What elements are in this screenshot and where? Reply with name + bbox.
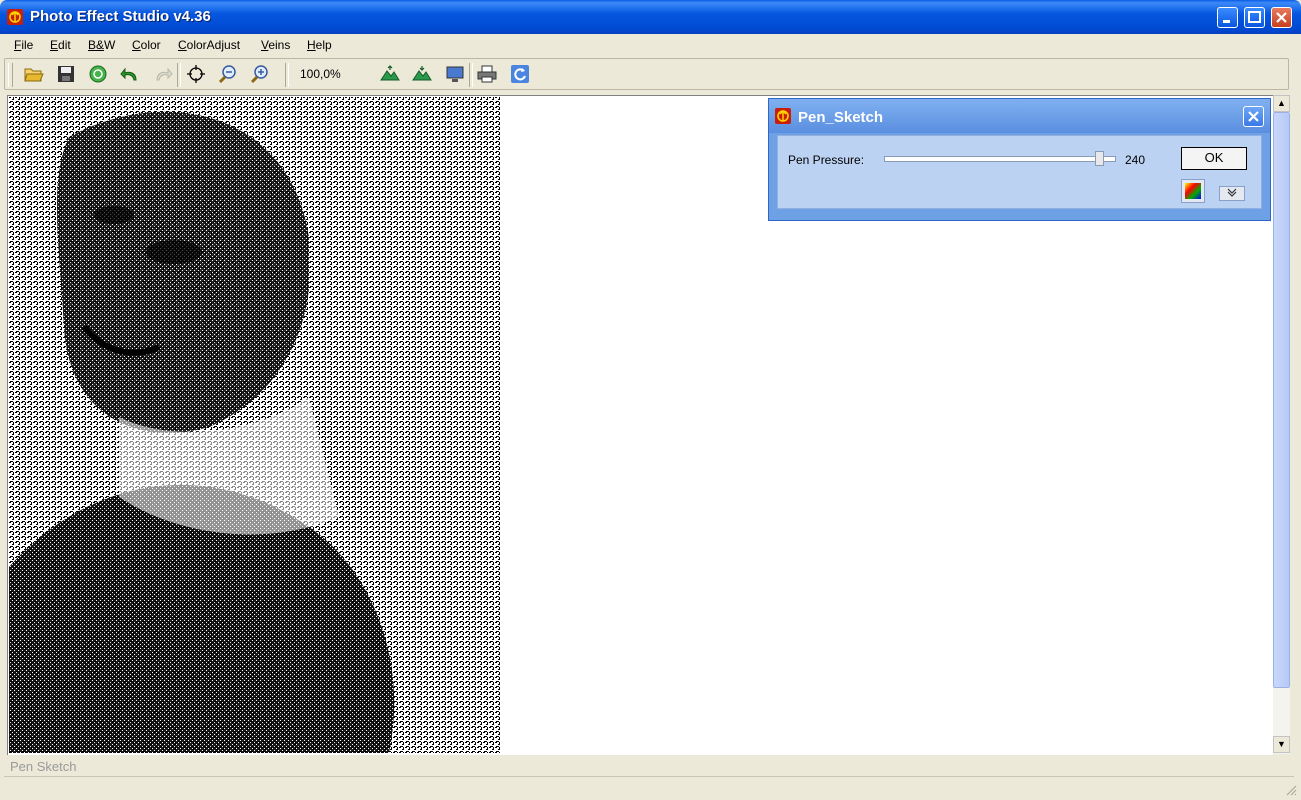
chevron-down-icon [1227,188,1237,197]
close-button[interactable] [1271,7,1292,28]
dialog-title: Pen_Sketch [798,109,884,126]
pen-pressure-value: 240 [1125,153,1146,167]
color-palette-icon [1185,183,1201,199]
status-divider [4,776,1294,777]
maximize-icon [1248,11,1261,23]
mountain-down-button[interactable] [410,62,434,86]
menu-veins[interactable]: Veins [261,38,290,52]
minimize-icon [1223,20,1230,23]
refresh-button[interactable] [508,62,532,86]
redo-arrow-icon [156,67,173,81]
scroll-down-button[interactable]: ▼ [1273,736,1290,753]
zoom-out-button[interactable] [216,62,240,86]
save-disk-icon [58,66,74,82]
menu-coloradjust[interactable]: ColorAdjust [178,38,240,52]
screen-button[interactable] [443,62,467,86]
pen-pressure-slider-thumb[interactable] [1095,151,1104,166]
dialog-close-button[interactable] [1243,106,1264,127]
pen-sketch-preview-image [9,97,501,753]
print-button[interactable] [475,62,499,86]
monitor-icon [446,66,464,82]
toolbar-separator [469,63,473,87]
menu-color[interactable]: Color [132,38,161,52]
zoom-out-icon [218,65,236,84]
status-bar: Pen Sketch [0,756,1301,800]
toolbar-separator [177,63,181,87]
scroll-up-button[interactable]: ▲ [1273,95,1290,112]
scroll-thumb[interactable] [1273,112,1290,688]
zoom-level: 100,0% [300,67,341,81]
menu-help[interactable]: Help [307,38,332,52]
color-button[interactable] [1181,179,1205,203]
window-title: Photo Effect Studio v4.36 [30,8,211,25]
window-titlebar: Photo Effect Studio v4.36 [0,0,1301,34]
browse-button[interactable] [86,62,110,86]
minimize-button[interactable] [1217,7,1238,28]
open-button[interactable] [22,62,46,86]
pen-pressure-label: Pen Pressure: [788,153,865,167]
dialog-body: Pen Pressure: 240 OK [777,135,1262,209]
maximize-button[interactable] [1244,7,1265,28]
globe-icon [89,65,107,83]
zoom-in-icon [250,65,268,84]
crosshair-icon [187,65,205,83]
ok-button[interactable]: OK [1181,147,1247,170]
menu-edit[interactable]: Edit [50,38,71,52]
undo-arrow-icon [120,67,137,81]
redo-button[interactable] [151,62,175,86]
toolbar-separator [285,63,289,87]
printer-icon [477,65,497,83]
close-icon [1276,12,1287,23]
app-icon [775,108,791,124]
menu-bar: File Edit B&W Color ColorAdjust Veins He… [0,34,1301,56]
close-icon [1248,111,1259,122]
resize-grip-icon[interactable] [1285,784,1297,796]
vertical-scrollbar[interactable]: ▲ ▼ [1273,95,1290,754]
dialog-titlebar[interactable]: Pen_Sketch [769,99,1270,133]
mountain-icon [412,66,432,81]
expand-options-button[interactable] [1219,186,1245,201]
menu-file[interactable]: File [14,38,33,52]
zoom-in-button[interactable] [248,62,272,86]
mountain-up-button[interactable] [378,62,402,86]
status-text: Pen Sketch [10,759,77,774]
undo-button[interactable] [118,62,142,86]
toolbar-grip[interactable] [8,63,13,87]
app-icon [7,9,23,25]
refresh-icon [511,65,529,83]
open-folder-icon [24,68,44,82]
menu-bw[interactable]: B&W [88,38,115,52]
pen-pressure-slider[interactable] [884,156,1116,162]
fit-button[interactable] [184,62,208,86]
pen-sketch-dialog: Pen_Sketch Pen Pressure: 240 OK [768,98,1271,221]
mountain-icon [380,65,400,81]
save-button[interactable] [54,62,78,86]
